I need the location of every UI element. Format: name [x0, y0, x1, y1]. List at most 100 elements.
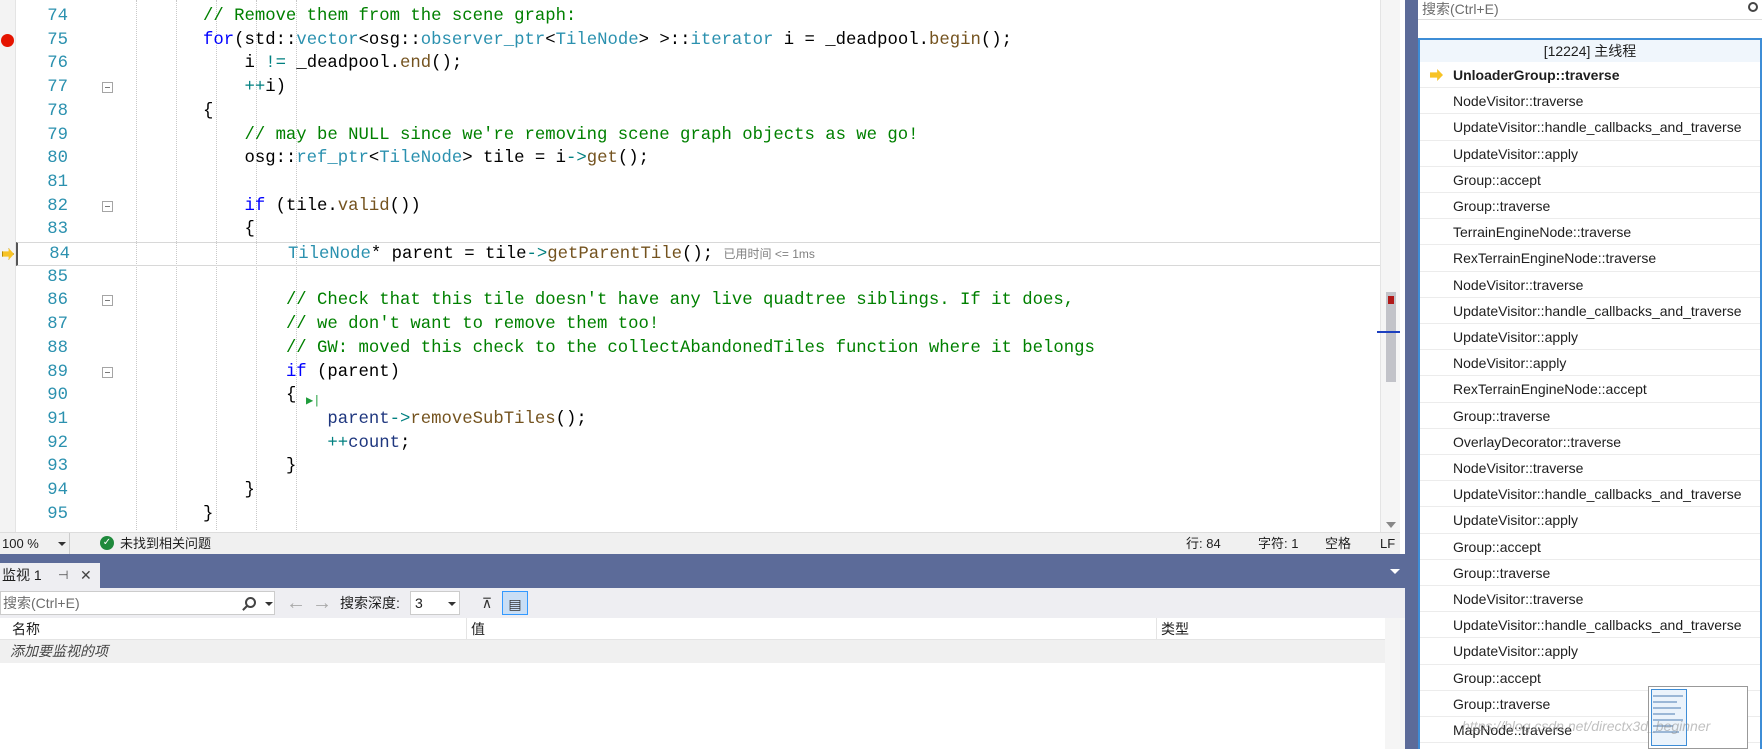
code-token: ; [400, 433, 411, 453]
code-token: ++ [244, 78, 266, 98]
call-stack-frame[interactable]: Group::traverse [1420, 193, 1760, 220]
code-line[interactable]: 82 if (tile.valid()) [16, 195, 1380, 219]
code-line[interactable]: 94 } [16, 479, 1380, 503]
code-line[interactable]: 75 for(std::vector<osg::observer_ptr<Til… [16, 29, 1380, 53]
watch-search-input[interactable]: 搜索(Ctrl+E) [0, 591, 275, 615]
code-line[interactable]: 84 TileNode* parent = tile->getParentTil… [16, 242, 1380, 266]
search-icon[interactable] [1748, 2, 1758, 12]
call-stack-frame[interactable]: NodeVisitor::traverse [1420, 272, 1760, 298]
call-stack-frame[interactable]: UpdateVisitor::handle_callbacks_and_trav… [1420, 298, 1760, 324]
code-text: } [120, 503, 213, 527]
elapsed-time-hint: 已用时间 <= 1ms [723, 247, 815, 261]
call-stack-frame[interactable]: NodeVisitor::traverse [1420, 586, 1760, 613]
call-stack-frame[interactable]: RexTerrainEngineNode::accept [1420, 376, 1760, 403]
collapse-icon[interactable] [102, 82, 113, 94]
code-line[interactable]: 89 if (parent) [16, 361, 1380, 385]
search-icon[interactable] [245, 597, 256, 608]
code-line[interactable]: 80 osg::ref_ptr<TileNode> tile = i->get(… [16, 147, 1380, 171]
back-arrow-icon[interactable]: ← [286, 588, 306, 618]
call-stack-panel: 搜索(Ctrl+E) [12224] 主线程 UnloaderGroup::tr… [1418, 0, 1762, 749]
call-stack-search-input[interactable]: 搜索(Ctrl+E) [1418, 0, 1762, 20]
collapse-icon[interactable] [102, 366, 113, 378]
code-line[interactable]: 95 } [16, 503, 1380, 527]
call-stack-frame[interactable]: UpdateVisitor::handle_callbacks_and_trav… [1420, 114, 1760, 141]
panel-splitter[interactable] [1405, 0, 1418, 749]
line-ending-indicator[interactable]: LF [1380, 533, 1395, 554]
issues-status[interactable]: 未找到相关问题 [120, 533, 211, 554]
code-line[interactable]: 87 // we don't want to remove them too! [16, 313, 1380, 337]
line-number: 76 [47, 54, 68, 74]
close-icon[interactable]: ✕ [80, 563, 92, 588]
code-token: if [285, 362, 307, 382]
instruction-pointer-icon[interactable] [2, 248, 14, 260]
line-number: 78 [47, 101, 68, 121]
code-line[interactable]: 90 {▶| [16, 384, 1380, 408]
breakpoint-icon[interactable] [1, 33, 14, 47]
editor-vertical-scrollbar[interactable] [1377, 0, 1400, 532]
panel-menu-chevron-icon[interactable] [1390, 569, 1400, 574]
call-stack-frame[interactable]: UpdateVisitor::handle_callbacks_and_trav… [1420, 612, 1760, 639]
chevron-down-icon[interactable] [265, 602, 273, 606]
call-stack-frame[interactable]: UpdateVisitor::handle_callbacks_and_trav… [1420, 481, 1760, 508]
search-depth-select[interactable]: 3 [410, 591, 460, 615]
line-indicator[interactable]: 行: 84 [1186, 533, 1221, 554]
char-indicator[interactable]: 字符: 1 [1258, 533, 1298, 554]
whitespace-indicator[interactable]: 空格 [1325, 533, 1351, 554]
call-stack-frame[interactable]: RexTerrainEngineNode::traverse [1420, 245, 1760, 272]
thread-header[interactable]: [12224] 主线程 [1418, 38, 1762, 62]
code-text: // Remove them from the scene graph: [120, 5, 576, 29]
line-number: 85 [47, 267, 68, 287]
scroll-down-arrow-icon[interactable] [1386, 522, 1396, 528]
code-line[interactable]: 85 [16, 266, 1380, 290]
code-token: < [368, 149, 380, 169]
column-type[interactable]: 类型 [1156, 618, 1189, 640]
code-token: (std:: [234, 30, 297, 50]
code-line[interactable]: 88 // GW: moved this check to the collec… [16, 337, 1380, 361]
call-stack-frame[interactable]: NodeVisitor::traverse [1420, 455, 1760, 482]
call-stack-frame[interactable]: UpdateVisitor::apply [1420, 324, 1760, 351]
watch-vertical-scrollbar[interactable] [1385, 618, 1405, 749]
zoom-select[interactable]: 100 % [0, 533, 70, 554]
column-value[interactable]: 值 [466, 618, 1156, 640]
scrollbar-thumb[interactable] [1386, 292, 1396, 382]
add-watch-row[interactable]: 添加要监视的项 [0, 640, 1385, 663]
breakpoint-margin[interactable] [0, 0, 16, 532]
code-line[interactable]: 76 i != _deadpool.end(); [16, 52, 1380, 76]
call-stack-frame[interactable]: UpdateVisitor::apply [1420, 507, 1760, 534]
view-mode-icon[interactable]: ▤ [502, 591, 528, 615]
call-stack-frame[interactable]: Group::traverse [1420, 403, 1760, 429]
code-editor[interactable]: 74 // Remove them from the scene graph: 7… [0, 0, 1400, 532]
collapse-icon[interactable] [102, 295, 113, 307]
minimap-line [1653, 701, 1677, 703]
code-line[interactable]: 92 ++count; [16, 432, 1380, 456]
pin-filter-icon[interactable]: ⊼ [474, 591, 500, 615]
code-line[interactable]: 81 [16, 171, 1380, 195]
code-area[interactable]: 74 // Remove them from the scene graph: 7… [16, 0, 1380, 530]
code-line[interactable]: 77 ++i) [16, 76, 1380, 100]
call-stack-frame[interactable]: OverlayDecorator::traverse [1420, 429, 1760, 455]
code-token: i [244, 54, 266, 74]
code-line[interactable]: 86 // Check that this tile doesn't have … [16, 289, 1380, 313]
code-line[interactable]: 93 } [16, 455, 1380, 479]
code-token: begin [928, 30, 981, 50]
call-stack-frame[interactable]: UpdateVisitor::apply [1420, 141, 1760, 167]
collapse-icon[interactable] [102, 200, 113, 212]
call-stack-frame[interactable]: UnloaderGroup::traverse [1420, 62, 1760, 89]
code-line[interactable]: 83 { [16, 218, 1380, 242]
call-stack-frame[interactable]: NodeVisitor::traverse [1420, 88, 1760, 115]
call-stack-frame[interactable]: Group::accept [1420, 534, 1760, 560]
call-stack-frame[interactable]: UpdateVisitor::apply [1420, 638, 1760, 665]
frame-label: RexTerrainEngineNode::traverse [1453, 250, 1657, 267]
code-line[interactable]: 74 // Remove them from the scene graph: [16, 5, 1380, 29]
call-stack-frame[interactable]: NodeVisitor::apply [1420, 350, 1760, 377]
forward-arrow-icon[interactable]: → [312, 588, 332, 618]
call-stack-frame[interactable]: Group::accept [1420, 167, 1760, 193]
pin-icon[interactable]: ⊣ [58, 563, 68, 588]
code-line[interactable]: 79 // may be NULL since we're removing s… [16, 124, 1380, 148]
code-line[interactable]: 91 parent->removeSubTiles(); [16, 408, 1380, 432]
call-stack-frame[interactable]: TerrainEngineNode::traverse [1420, 219, 1760, 246]
tab-watch-1[interactable]: 监视 1 ⊣ ✕ [0, 563, 100, 588]
column-name[interactable]: 名称 [8, 618, 40, 640]
call-stack-frame[interactable]: Group::traverse [1420, 560, 1760, 586]
code-line[interactable]: 78 { [16, 100, 1380, 124]
